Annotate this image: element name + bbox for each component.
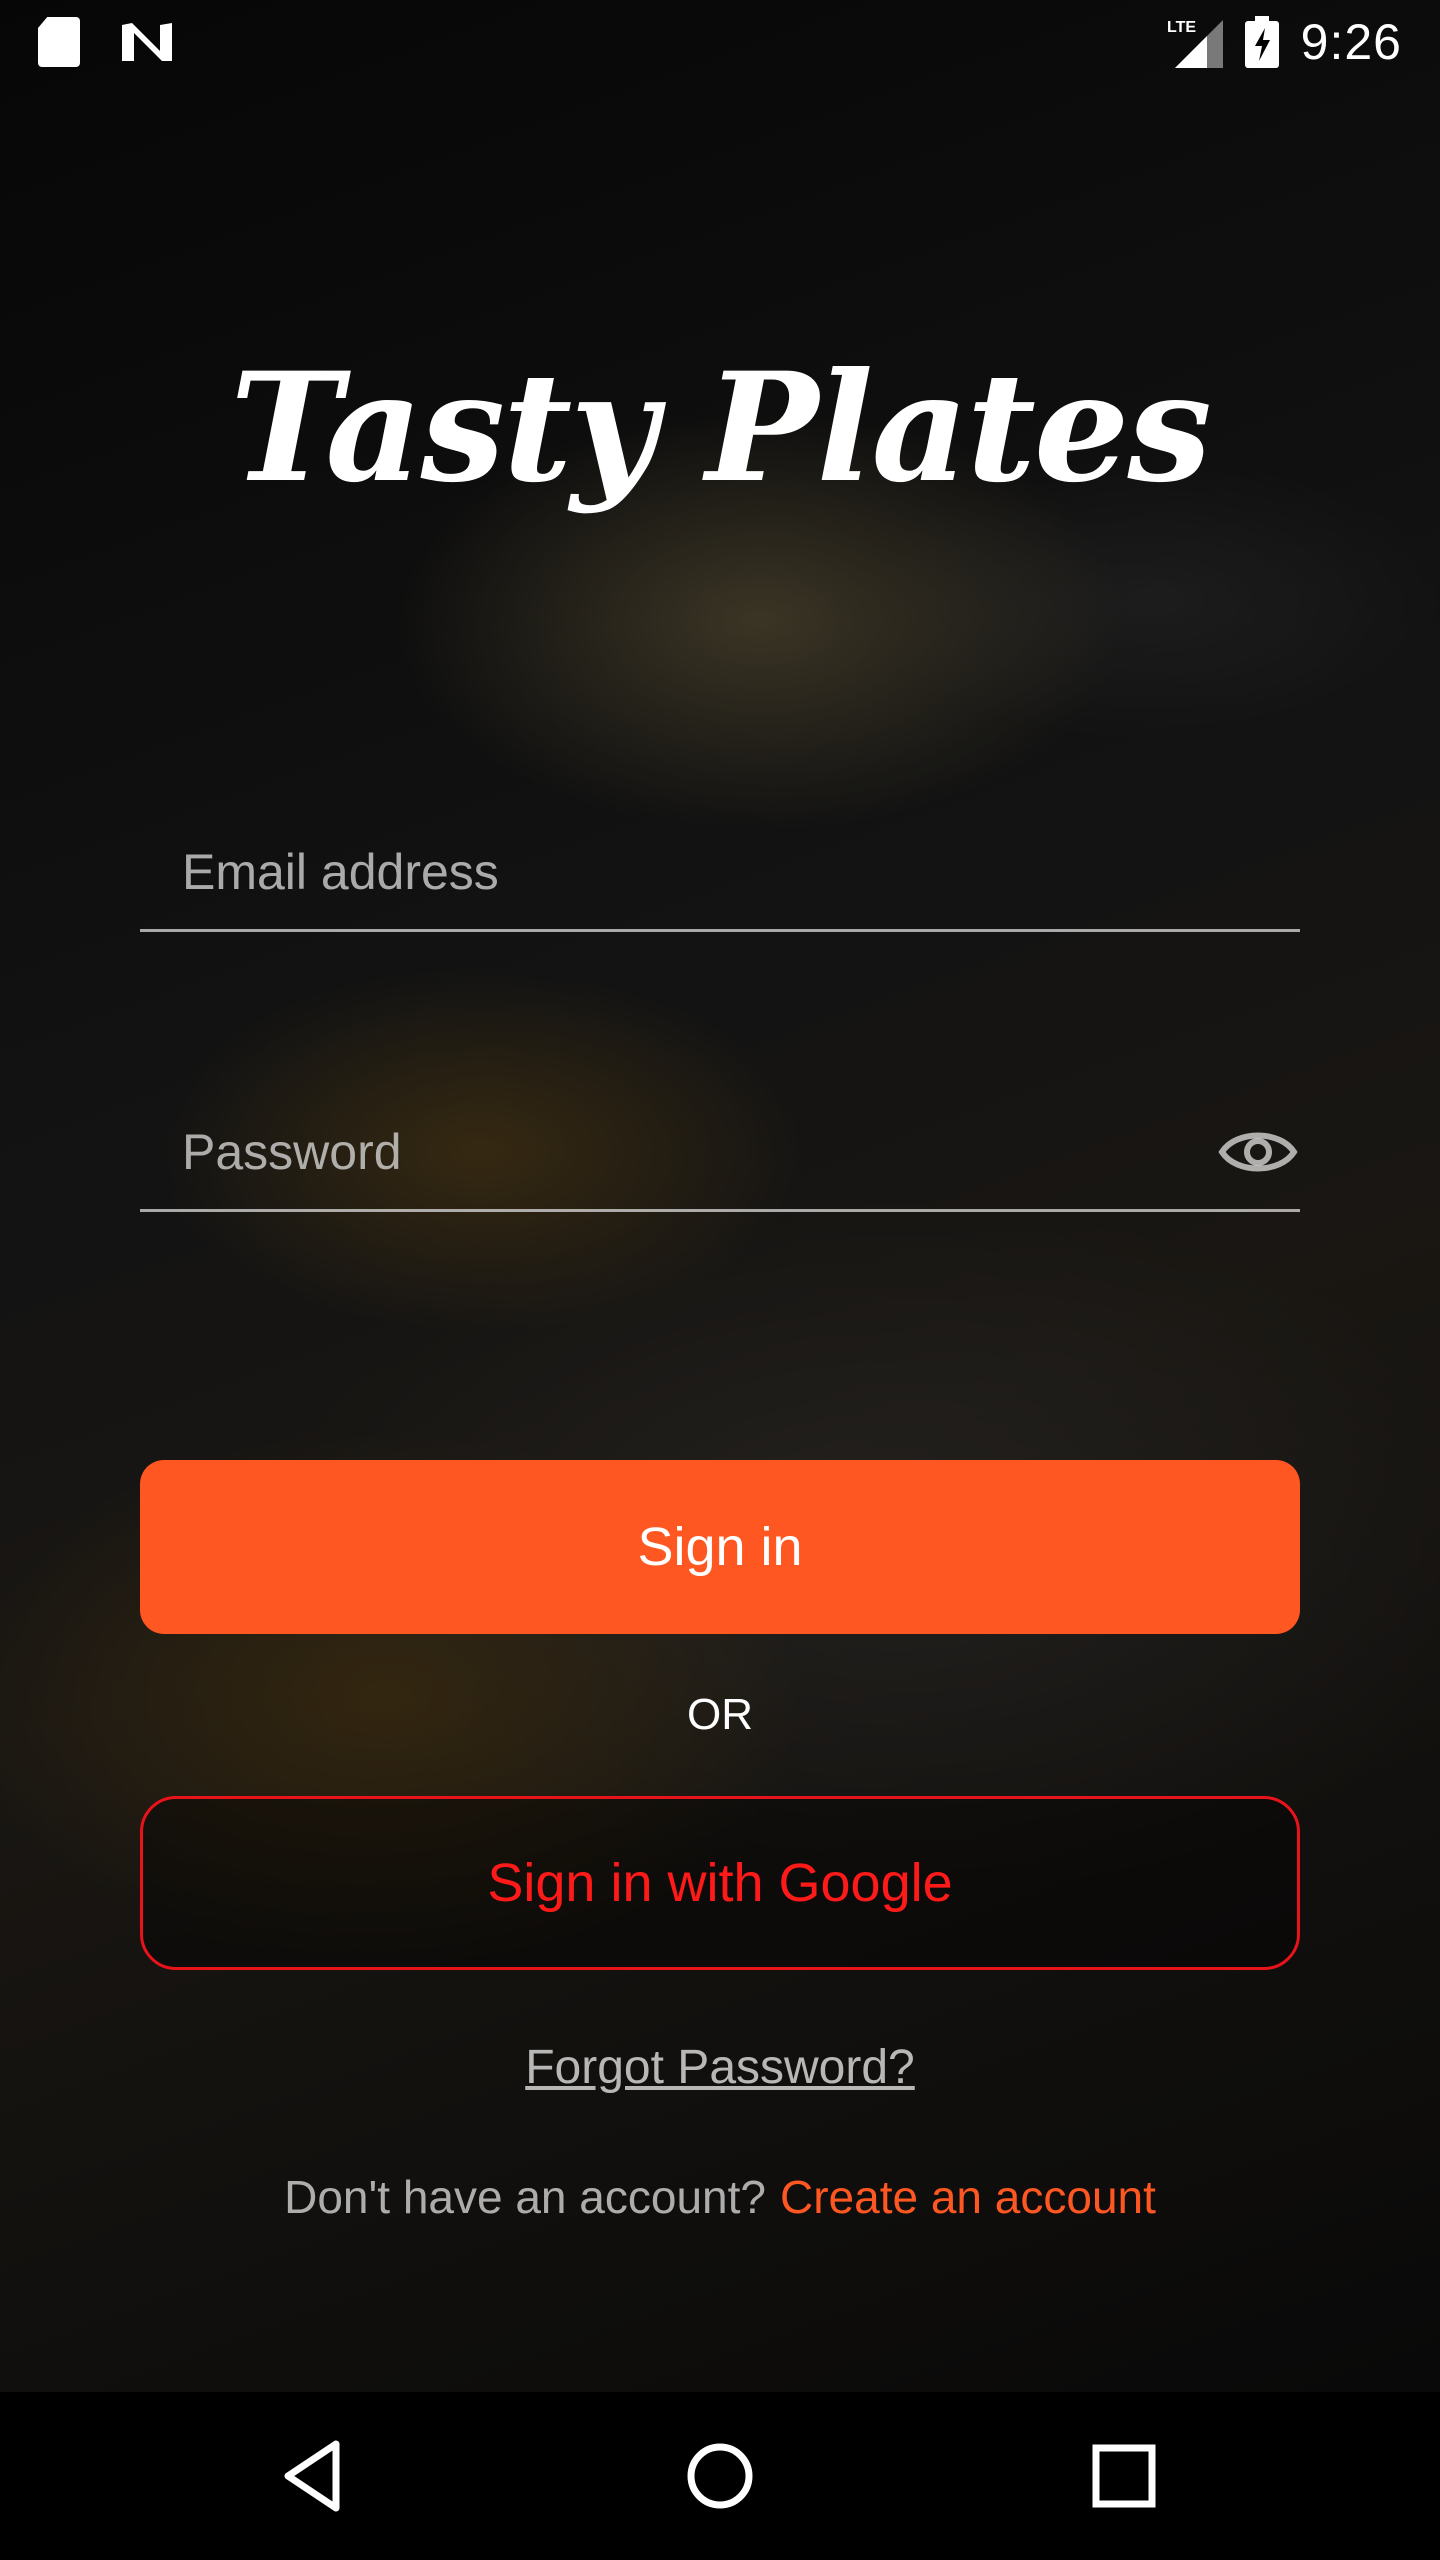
sd-card-icon	[38, 17, 80, 67]
google-sign-in-button[interactable]: Sign in with Google	[140, 1796, 1300, 1970]
n-notification-icon	[122, 23, 172, 61]
email-input[interactable]	[182, 832, 1182, 912]
svg-text:LTE: LTE	[1167, 19, 1196, 36]
password-input[interactable]	[182, 1112, 1182, 1192]
signup-prompt: Don't have an account?	[284, 2171, 766, 2223]
status-right: LTE 9:26	[1167, 13, 1402, 71]
or-divider-label: OR	[687, 1690, 753, 1739]
app-title: Tasty Plates	[230, 340, 1212, 516]
status-bar: LTE 9:26	[0, 0, 1440, 84]
status-time: 9:26	[1300, 14, 1402, 70]
password-field[interactable]	[140, 1092, 1300, 1212]
status-left	[38, 17, 174, 67]
lte-signal-icon: LTE	[1167, 19, 1223, 68]
home-icon[interactable]	[678, 2434, 762, 2518]
recents-icon[interactable]	[1082, 2434, 1166, 2518]
signup-row: Don't have an account? Create an account	[0, 2170, 1440, 2224]
eye-icon[interactable]	[1218, 1122, 1298, 1182]
battery-charging-icon	[1244, 16, 1279, 68]
forgot-password-link[interactable]: Forgot Password?	[0, 2040, 1440, 2095]
create-account-link[interactable]: Create an account	[780, 2171, 1156, 2223]
back-icon[interactable]	[274, 2434, 358, 2518]
sign-in-button[interactable]: Sign in	[140, 1460, 1300, 1634]
email-field[interactable]	[140, 812, 1300, 932]
navigation-bar	[0, 2392, 1440, 2560]
